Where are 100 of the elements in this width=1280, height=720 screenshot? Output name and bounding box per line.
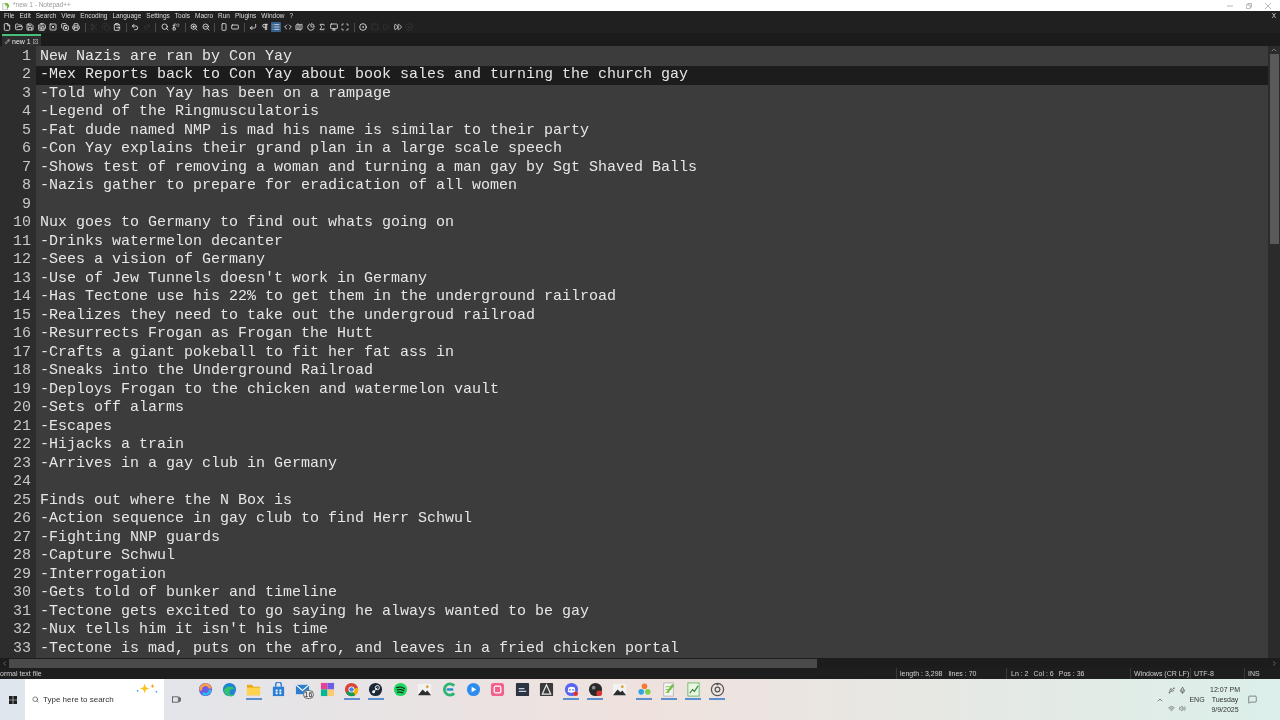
horizontal-rectangle-icon[interactable] [230, 22, 240, 32]
chart-icon[interactable] [685, 682, 701, 697]
line-text: -Tectone gets excited to go saying he always wanted to be gay [40, 602, 590, 621]
line-number: 5 [22, 121, 31, 140]
line-text: -Sets off alarms [40, 399, 185, 418]
undo-icon[interactable] [130, 22, 140, 32]
line-text: -Told why Con Yay has been on a rampage [40, 84, 392, 103]
tile-icon[interactable] [514, 682, 530, 697]
line-text: -Nux tells him it isn't his time [40, 621, 329, 640]
close-all-icon[interactable] [59, 22, 70, 32]
line-text: -Deploys Frogan to the chicken and watermelon vault [40, 380, 500, 399]
pilcrow-icon[interactable] [259, 22, 270, 32]
search-field[interactable]: Type here to search [25, 679, 164, 720]
shopping-bag-icon[interactable] [270, 682, 286, 697]
microphone-icon[interactable] [1179, 687, 1186, 694]
pie-chart-icon[interactable] [305, 22, 316, 32]
save-all-icon[interactable] [36, 22, 47, 32]
line-text: -Hijacks a train [40, 436, 185, 455]
line-number: 8 [22, 177, 31, 196]
line-text: -Sneaks into the Underground Railroad [40, 362, 374, 381]
line-number: 15 [13, 306, 31, 325]
rounded-square-icon[interactable] [490, 682, 506, 697]
line-number: 28 [13, 547, 31, 566]
play-circle-icon[interactable] [466, 682, 481, 697]
scrollbar-thumb[interactable] [9, 658, 817, 668]
start-menu-icon[interactable] [8, 695, 17, 704]
usb-icon[interactable] [1168, 687, 1175, 694]
line-number: 31 [13, 602, 31, 621]
record-icon[interactable] [358, 22, 368, 32]
ring-icon[interactable] [344, 682, 360, 697]
line-text: -Crafts a giant pokeball to fit her fat ass in [40, 343, 455, 362]
save-icon[interactable] [25, 22, 35, 32]
line-number: 23 [13, 454, 31, 473]
search-icon [32, 696, 39, 703]
scroll-right-icon[interactable] [1271, 659, 1278, 667]
chat-circle-icon[interactable] [563, 682, 579, 697]
line-number: 30 [13, 584, 31, 603]
line-number: 18 [13, 362, 31, 381]
line-text: -Resurrects Frogan as Frogan the Hutt [40, 325, 374, 344]
line-number: 27 [13, 528, 31, 547]
line-number: 32 [13, 621, 31, 640]
search-icon[interactable] [159, 22, 170, 32]
line-number: 24 [13, 473, 31, 492]
line-text: -Action sequence in gay club to find Herr Schwul [40, 510, 473, 529]
new-file-icon[interactable] [2, 22, 12, 32]
map-icon[interactable] [294, 22, 304, 32]
line-text: -Interrogation [40, 565, 167, 584]
picture-icon[interactable] [612, 682, 628, 697]
line-number: 10 [13, 214, 31, 233]
monitor-icon[interactable] [328, 22, 339, 32]
line-number: 29 [13, 565, 31, 584]
replace-icon[interactable] [171, 22, 181, 32]
picture-icon[interactable] [417, 682, 433, 697]
sparkles-icon [135, 683, 159, 694]
printer-icon[interactable] [71, 22, 81, 32]
sigma-icon[interactable] [317, 22, 327, 32]
fast-forward-icon[interactable] [392, 22, 403, 32]
dot-circle-icon[interactable] [587, 682, 603, 697]
line-text: -Sees a vision of Germany [40, 251, 266, 270]
line-number: 16 [13, 325, 31, 344]
zoom-in-icon[interactable] [189, 22, 199, 32]
line-text: -Gets told of bunker and timeline [40, 584, 338, 603]
close-icon[interactable] [32, 38, 38, 44]
clipboard-icon[interactable] [112, 22, 122, 32]
curved-arrow-icon[interactable] [441, 682, 457, 697]
line-text: -Realizes they need to take out the undergroud railroad [40, 306, 536, 325]
line-number: 9 [22, 195, 31, 214]
vertical-rectangle-icon[interactable] [218, 22, 229, 32]
envelope-icon[interactable] [295, 682, 311, 697]
line-text: -Tectone is mad, puts on the afro, and leaves in a fried chicken portal [40, 639, 680, 658]
line-number: 20 [13, 399, 31, 418]
scrollbar-thumb[interactable] [1269, 54, 1279, 244]
line-number: 6 [22, 140, 31, 159]
scroll-up-icon[interactable] [1270, 46, 1278, 54]
line-number: 25 [13, 491, 31, 510]
tiles-icon[interactable] [319, 682, 335, 697]
linked-circles-icon[interactable] [368, 682, 384, 697]
line-number: 12 [13, 251, 31, 270]
folder-icon[interactable] [13, 22, 24, 32]
scroll-left-icon[interactable] [1, 659, 8, 667]
zoom-out-icon[interactable] [200, 22, 211, 32]
wave-circle-icon[interactable] [222, 682, 238, 697]
triangle-tile-icon[interactable] [539, 682, 555, 697]
line-number: 13 [13, 269, 31, 288]
list-icon[interactable] [271, 22, 281, 32]
line-text: -Use of Jew Tunnels doesn't work in Germany [40, 269, 428, 288]
target-icon[interactable] [709, 682, 725, 697]
line-text: -Drinks watermelon decanter [40, 232, 284, 251]
swirl-icon[interactable] [197, 682, 213, 697]
line-text: -Fighting NNP guards [40, 528, 221, 547]
line-text: -Arrives in a gay club in Germany [40, 454, 338, 473]
scan-icon[interactable] [340, 22, 350, 32]
code-icon[interactable] [282, 22, 293, 32]
sound-waves-icon[interactable] [392, 682, 408, 697]
task-view-icon[interactable] [171, 696, 181, 703]
wrap-arrow-icon[interactable] [248, 22, 258, 32]
line-number: 4 [22, 103, 31, 122]
line-text: -Legend of the Ringmusculatoris [40, 103, 320, 122]
line-number: 7 [22, 158, 31, 177]
line-number: 33 [13, 639, 31, 658]
